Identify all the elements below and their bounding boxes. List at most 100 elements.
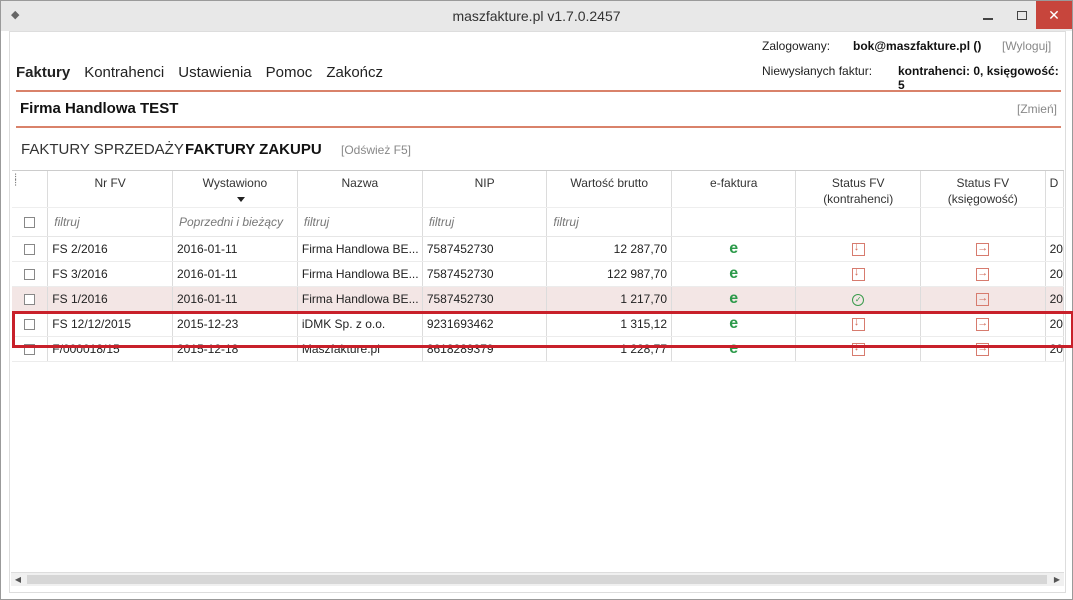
cell-value: 1 217,70 (546, 286, 673, 312)
company-name: Firma Handlowa TEST (20, 100, 179, 117)
row-checkbox[interactable] (24, 269, 36, 281)
refresh-link[interactable]: [Odśwież F5] (341, 143, 411, 157)
filter-nip[interactable]: filtruj (422, 207, 548, 237)
column-header-date-label: Wystawiono (202, 176, 268, 190)
close-button[interactable]: ✕ (1036, 1, 1072, 29)
cell-nip: 8618289379 (422, 336, 548, 362)
cell-extra: 20 (1045, 336, 1065, 362)
download-icon[interactable] (851, 341, 865, 357)
app-window: ◆ maszfakture.pl v1.7.0.2457 ✕ Zalogowan… (0, 0, 1073, 600)
cell-name: Firma Handlowa BE... (297, 261, 423, 287)
status-contractors-line1: Status FV (831, 176, 885, 190)
cell-nip: 7587452730 (422, 261, 548, 287)
row-checkbox[interactable] (24, 319, 36, 331)
cell-status-contractors (795, 311, 921, 337)
column-header-nr[interactable]: Nr FV (47, 171, 173, 208)
table-row[interactable]: FS 2/2016 2016-01-11 Firma Handlowa BE... 7… (12, 236, 1065, 262)
table-header-row: Nr FV Wystawiono Nazwa NIP Wartość brutt… (12, 171, 1065, 208)
filter-row: filtruj Poprzedni i bieżący filtruj filt… (12, 207, 1065, 237)
cell-date: 2015-12-23 (172, 311, 298, 337)
export-icon[interactable] (976, 317, 990, 332)
divider (16, 126, 1061, 128)
column-header-efaktura[interactable]: e-faktura (671, 171, 797, 208)
download-icon[interactable] (851, 316, 865, 332)
status-contractors-line2: (kontrahenci) (823, 192, 894, 206)
menu-item-faktury[interactable]: Faktury (16, 64, 70, 84)
cell-efaktura: e (671, 311, 797, 337)
cell-name: iDMK Sp. z o.o. (297, 311, 423, 337)
change-company-link[interactable]: [Zmień] (1017, 102, 1057, 116)
scrollbar-thumb[interactable] (27, 575, 1047, 584)
cell-status-contractors (795, 236, 921, 262)
column-header-date[interactable]: Wystawiono (172, 171, 298, 208)
column-header-status-accounting[interactable]: Status FV (księgowość) (920, 171, 1046, 208)
login-label: Zalogowany: (762, 39, 831, 53)
filter-date[interactable]: Poprzedni i bieżący (172, 207, 298, 237)
maximize-button[interactable] (1005, 1, 1039, 29)
horizontal-scrollbar[interactable]: ◀ ▶ (11, 572, 1064, 586)
efaktura-icon[interactable]: e (729, 315, 738, 332)
efaktura-icon[interactable]: e (729, 340, 738, 357)
cell-nr: F/000018/15 (47, 336, 173, 362)
row-checkbox[interactable] (24, 244, 36, 256)
cell-status-accounting (920, 286, 1046, 312)
efaktura-icon[interactable]: e (729, 290, 738, 307)
export-icon[interactable] (976, 292, 990, 307)
menu-item-kontrahenci[interactable]: Kontrahenci (84, 64, 164, 84)
table-row[interactable]: FS 3/2016 2016-01-11 Firma Handlowa BE... 7… (12, 261, 1065, 287)
filter-empty (1045, 207, 1065, 237)
cell-efaktura: e (671, 336, 797, 362)
column-header-extra[interactable]: D (1045, 171, 1065, 208)
export-icon[interactable] (976, 242, 990, 257)
download-icon[interactable] (851, 241, 865, 257)
table-row[interactable]: FS 12/12/2015 2015-12-23 iDMK Sp. z o.o. 92… (12, 311, 1065, 337)
cell-efaktura: e (671, 286, 797, 312)
cell-status-contractors (795, 336, 921, 362)
cell-extra: 20 (1045, 236, 1065, 262)
column-header-value[interactable]: Wartość brutto (546, 171, 673, 208)
row-checkbox[interactable] (24, 294, 36, 306)
export-icon[interactable] (976, 267, 990, 282)
menu-item-zakoncz[interactable]: Zakończ (326, 64, 383, 84)
filter-empty (920, 207, 1046, 237)
filter-name[interactable]: filtruj (297, 207, 423, 237)
column-header-status-contractors[interactable]: Status FV (kontrahenci) (795, 171, 921, 208)
select-all-checkbox[interactable] (24, 217, 36, 229)
cell-nr: FS 2/2016 (47, 236, 173, 262)
window-title: maszfakture.pl v1.7.0.2457 (452, 8, 621, 24)
cell-efaktura: e (671, 261, 797, 287)
scroll-left-icon[interactable]: ◀ (11, 574, 25, 586)
tab-sales-invoices[interactable]: FAKTURY SPRZEDAŻY (21, 141, 184, 158)
invoice-table: ⁝ ⁝ Nr FV Wystawiono Nazwa NIP Wartość br… (12, 170, 1065, 590)
title-bar[interactable]: ◆ maszfakture.pl v1.7.0.2457 ✕ (1, 1, 1072, 31)
filter-nr[interactable]: filtruj (47, 207, 173, 237)
logout-link[interactable]: [Wyloguj] (1002, 39, 1051, 53)
row-select-cell (12, 286, 49, 312)
row-select-cell (12, 236, 49, 262)
cell-status-accounting (920, 261, 1046, 287)
filter-empty (795, 207, 921, 237)
column-header-name[interactable]: Nazwa (297, 171, 423, 208)
filter-value[interactable]: filtruj (546, 207, 673, 237)
export-icon[interactable] (976, 342, 990, 357)
table-row[interactable]: F/000018/15 2015-12-18 Maszfakture.pl 86182… (12, 336, 1065, 362)
table-row[interactable]: FS 1/2016 2016-01-11 Firma Handlowa BE... 7… (12, 286, 1065, 312)
cell-nip: 7587452730 (422, 286, 548, 312)
download-icon[interactable] (851, 266, 865, 282)
cell-value: 122 987,70 (546, 261, 673, 287)
scroll-right-icon[interactable]: ▶ (1050, 574, 1064, 586)
cell-name: Firma Handlowa BE... (297, 236, 423, 262)
efaktura-icon[interactable]: e (729, 240, 738, 257)
check-circle-icon[interactable]: ✓ (852, 293, 865, 306)
tab-purchase-invoices[interactable]: FAKTURY ZAKUPU (185, 141, 322, 158)
menu-item-ustawienia[interactable]: Ustawienia (178, 64, 251, 84)
minimize-button[interactable] (971, 1, 1005, 29)
cell-name: Maszfakture.pl (297, 336, 423, 362)
menu-item-pomoc[interactable]: Pomoc (266, 64, 313, 84)
cell-nr: FS 12/12/2015 (47, 311, 173, 337)
column-header-nip[interactable]: NIP (422, 171, 548, 208)
row-checkbox[interactable] (24, 344, 36, 356)
cell-value: 1 228,77 (546, 336, 673, 362)
efaktura-icon[interactable]: e (729, 265, 738, 282)
login-user: bok@maszfakture.pl () (853, 39, 982, 53)
